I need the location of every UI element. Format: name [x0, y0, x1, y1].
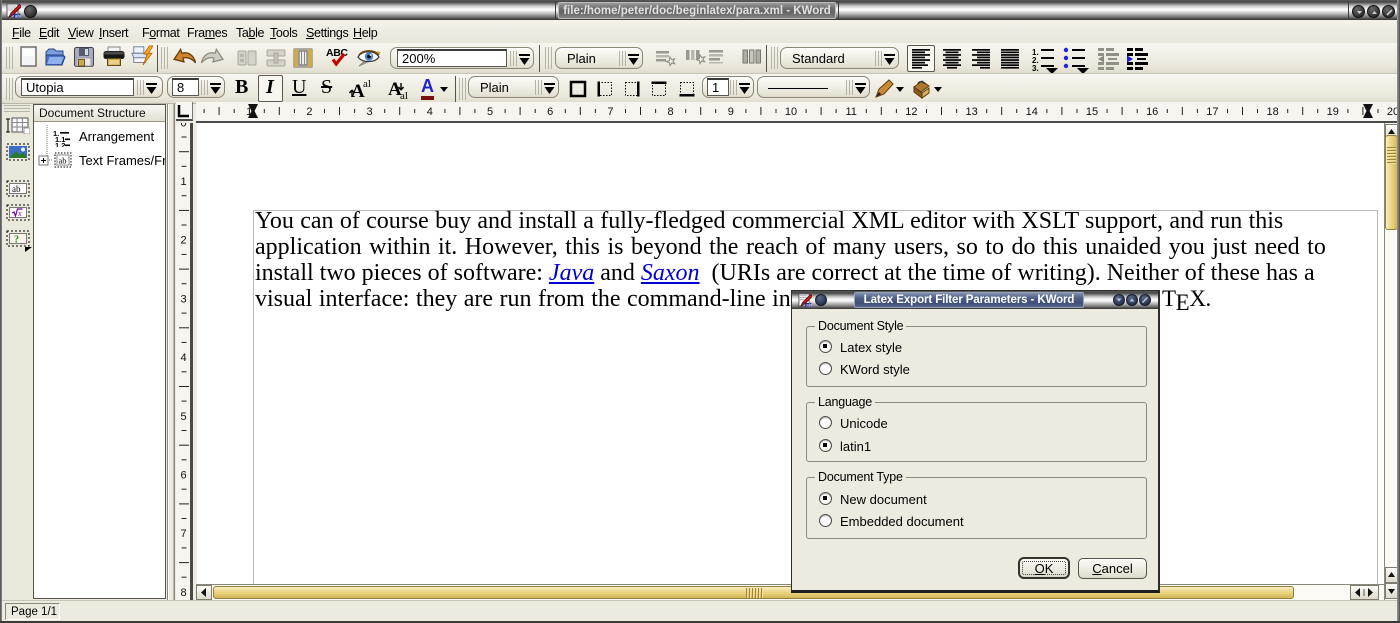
svg-text:ab: ab	[12, 184, 21, 194]
svg-text:17: 17	[1206, 106, 1218, 118]
svg-text:9: 9	[728, 106, 734, 118]
svg-text:8: 8	[668, 106, 674, 118]
svg-text:?: ?	[14, 235, 19, 246]
svg-text:al: al	[363, 78, 371, 90]
svg-text:3: 3	[180, 293, 186, 305]
svg-text:6: 6	[180, 470, 186, 482]
svg-text:ab: ab	[59, 156, 67, 166]
svg-text:2: 2	[180, 235, 186, 247]
svg-text:4: 4	[427, 106, 433, 118]
svg-text:0: 0	[180, 123, 186, 129]
svg-text:4: 4	[180, 352, 186, 364]
svg-text:16: 16	[1146, 106, 1158, 118]
svg-text:al: al	[400, 90, 408, 101]
svg-text:3: 3	[367, 106, 373, 118]
svg-text:6: 6	[547, 106, 553, 118]
svg-text:15: 15	[1086, 106, 1098, 118]
svg-text:ABC: ABC	[326, 47, 348, 59]
svg-text:abc: abc	[15, 14, 21, 19]
svg-text:3.: 3.	[1032, 64, 1039, 73]
svg-text:10: 10	[785, 106, 797, 118]
svg-text:20: 20	[1387, 106, 1397, 118]
svg-text:x: x	[17, 209, 22, 218]
svg-text:1.2: 1.2	[55, 141, 65, 147]
svg-text:14: 14	[1026, 106, 1038, 118]
svg-text:8: 8	[180, 587, 186, 599]
svg-text:5: 5	[180, 411, 186, 423]
svg-text:7: 7	[180, 528, 186, 540]
svg-text:11: 11	[845, 106, 856, 118]
svg-text:19: 19	[1327, 106, 1339, 118]
svg-text:13: 13	[965, 106, 977, 118]
svg-text:7: 7	[607, 106, 613, 118]
svg-text:18: 18	[1266, 106, 1278, 118]
svg-text:5: 5	[487, 106, 493, 118]
svg-text:2: 2	[306, 106, 312, 118]
svg-text:abc: abc	[806, 303, 812, 307]
svg-text:12: 12	[905, 106, 917, 118]
svg-text:1: 1	[180, 176, 186, 188]
